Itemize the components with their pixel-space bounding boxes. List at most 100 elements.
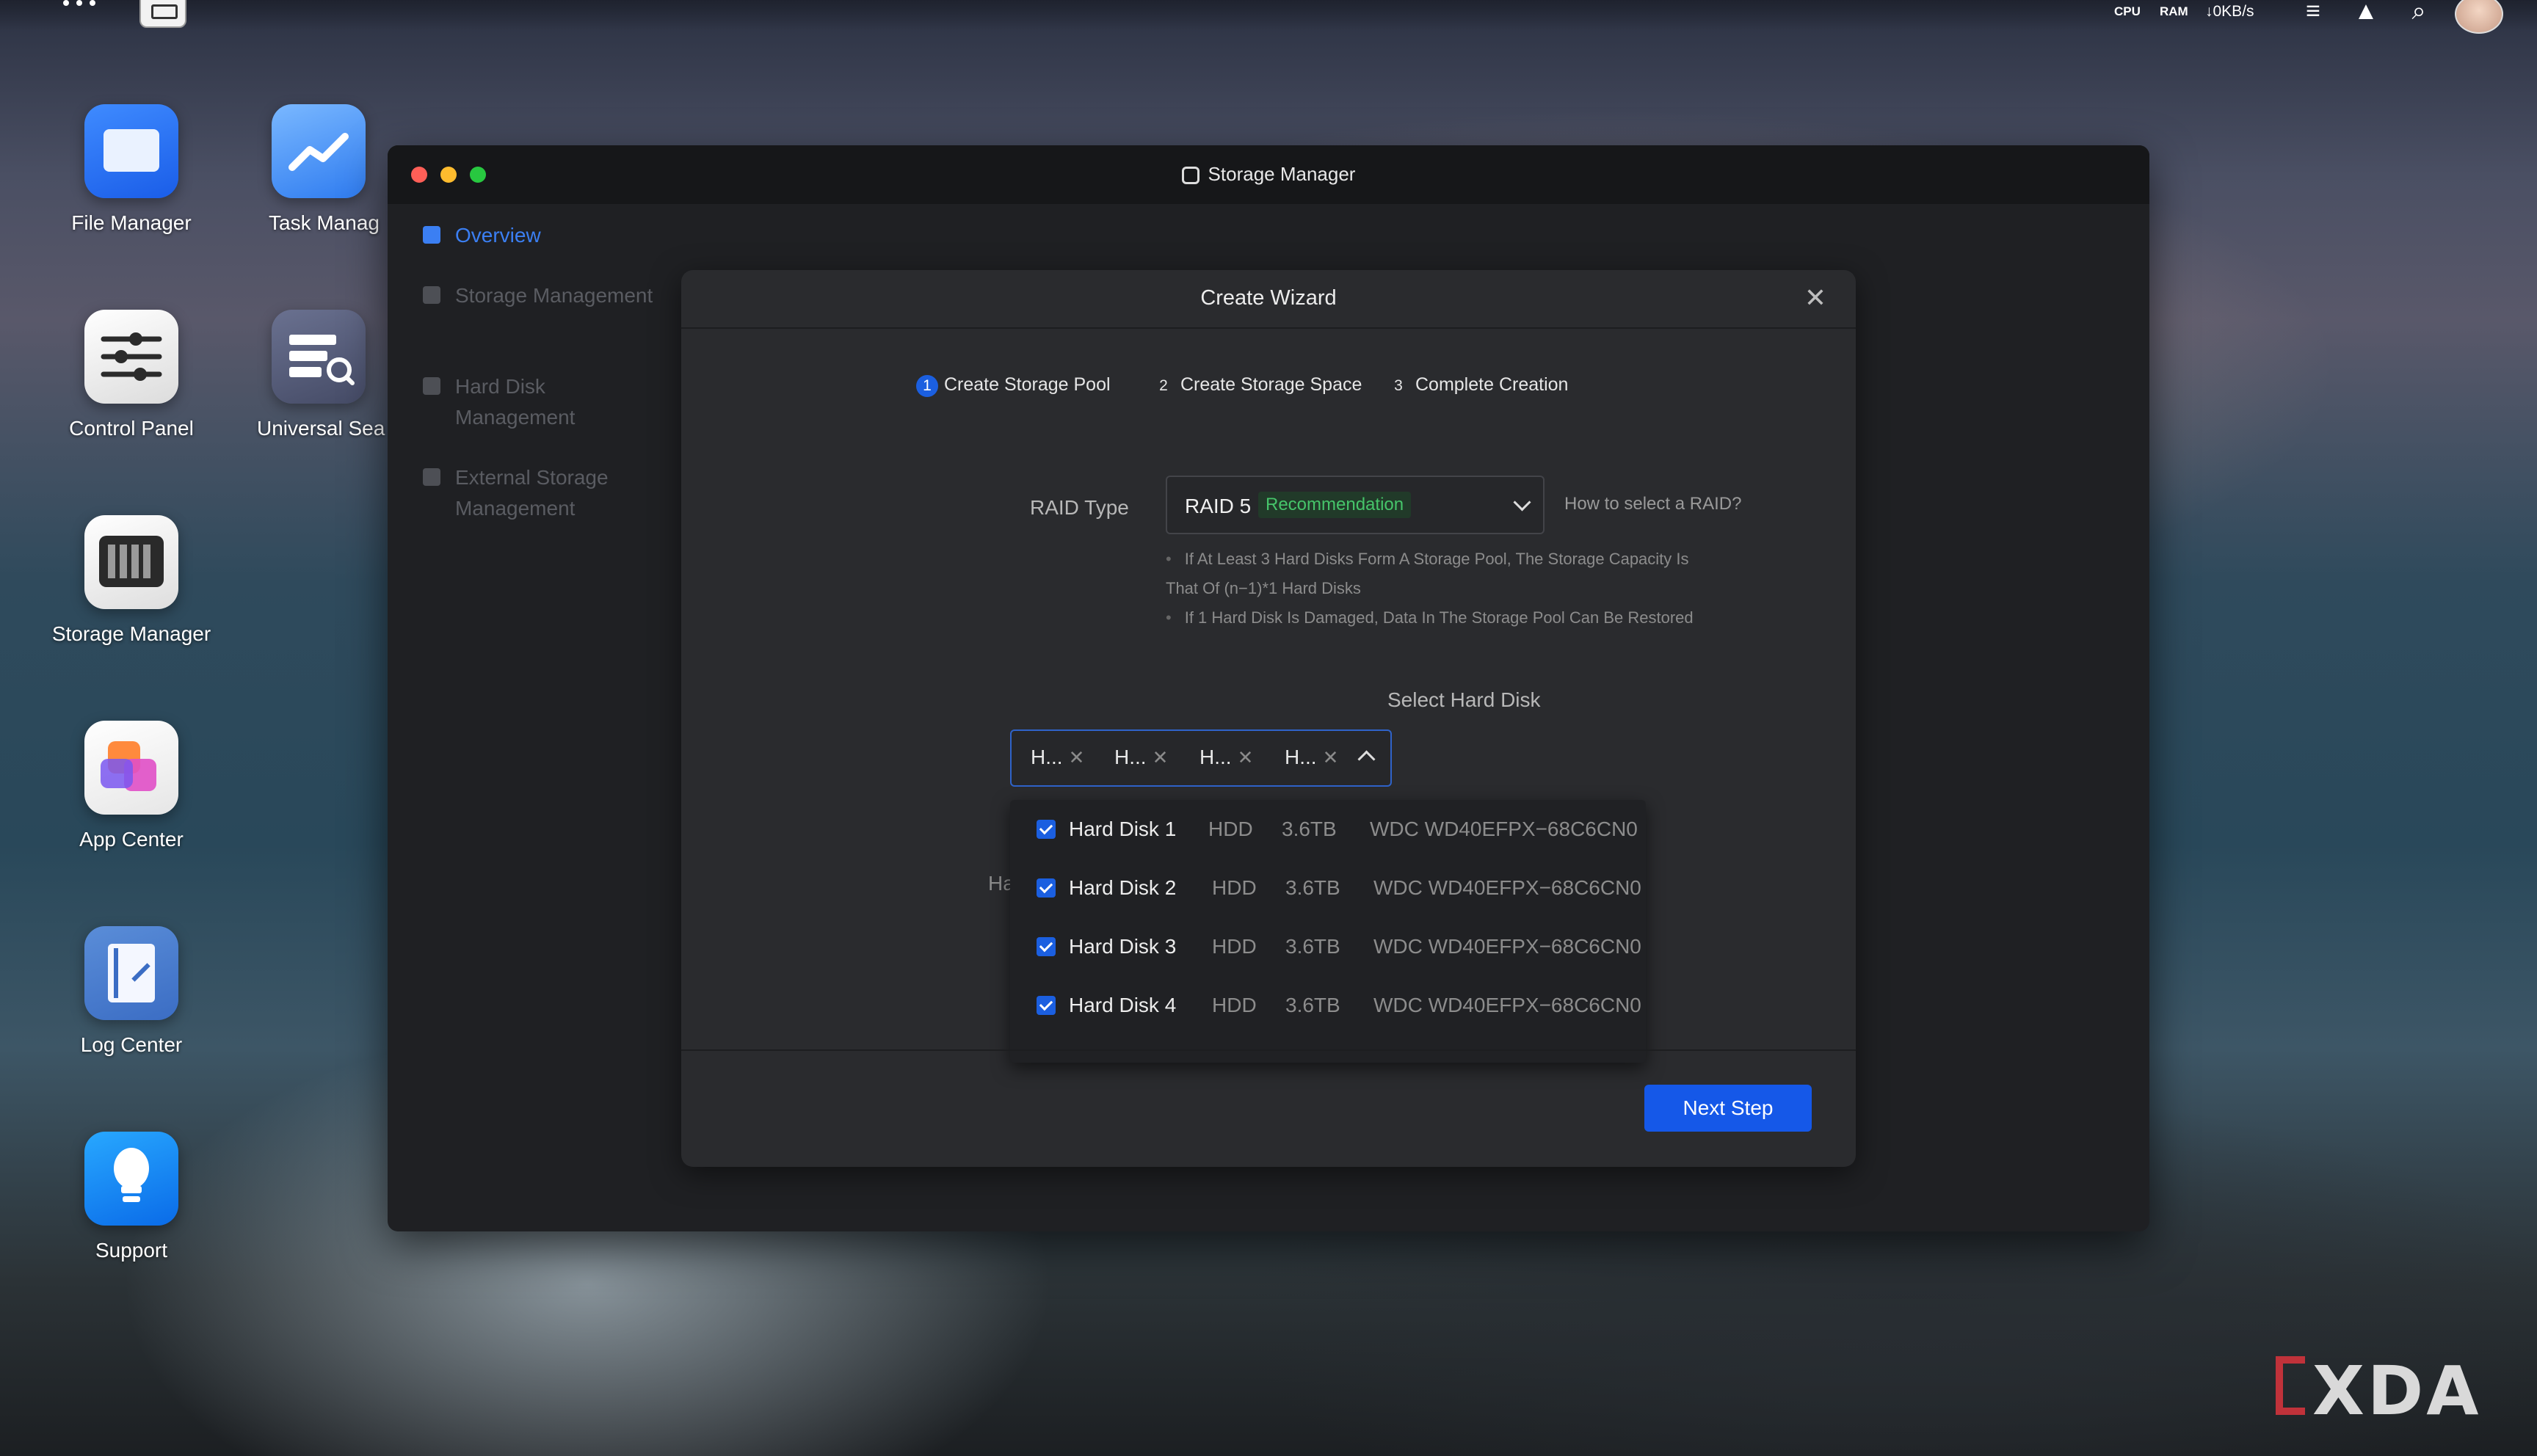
sidebar-item-storage-management[interactable]: Storage Management bbox=[423, 280, 658, 311]
disk-name: Hard Disk 1 bbox=[1069, 818, 1177, 840]
remove-tag-icon[interactable]: ✕ bbox=[1153, 746, 1169, 768]
select-hard-disk-label: Select Hard Disk bbox=[1387, 688, 1541, 711]
disk-model: WDC WD40EFPX−68C6CN0 bbox=[1373, 994, 1641, 1016]
hard-disk-dropdown: Hard Disk 1 HDD 3.6TB WDC WD40EFPX−68C6C… bbox=[1010, 800, 1646, 1063]
disk-size: 3.6TB bbox=[1285, 994, 1340, 1016]
sidebar-item-hard-disk-management[interactable]: Hard Disk Management bbox=[423, 371, 658, 433]
log-document-icon bbox=[84, 926, 178, 1020]
desktop-icon-label: Universal Sea bbox=[257, 417, 385, 440]
sidebar-item-label: Hard Disk Management bbox=[455, 375, 576, 429]
disk-tag-label: H... bbox=[1031, 746, 1063, 768]
ram-indicator[interactable]: RAM bbox=[2160, 4, 2188, 19]
remove-tag-icon[interactable]: ✕ bbox=[1323, 746, 1339, 768]
checkbox[interactable] bbox=[1037, 820, 1056, 839]
raid-note-text: If 1 Hard Disk Is Damaged, Data In The S… bbox=[1184, 608, 1694, 627]
window-title: Storage Manager bbox=[388, 163, 2149, 186]
raid-note-1: • If At Least 3 Hard Disks Form A Storage… bbox=[1166, 550, 1689, 568]
next-step-button[interactable]: Next Step bbox=[1644, 1085, 1812, 1132]
disk-type: HDD bbox=[1212, 876, 1257, 899]
close-icon[interactable]: ✕ bbox=[1804, 285, 1826, 311]
disk-type: HDD bbox=[1208, 818, 1253, 840]
disk-tag-label: H... bbox=[1199, 746, 1232, 768]
network-speed: ↓0KB/s bbox=[2205, 3, 2254, 20]
overview-icon bbox=[423, 226, 440, 244]
notification-bell-icon[interactable]: ▲ bbox=[2349, 0, 2383, 26]
app-center-icon bbox=[84, 721, 178, 815]
cpu-indicator[interactable]: CPU bbox=[2114, 4, 2141, 19]
raid-note-2: • If 1 Hard Disk Is Damaged, Data In The … bbox=[1166, 608, 1694, 627]
server-search-icon bbox=[272, 310, 366, 404]
disk-name: Hard Disk 2 bbox=[1069, 876, 1177, 899]
list-item[interactable]: Hard Disk 2 HDD 3.6TB WDC WD40EFPX−68C6C… bbox=[1010, 859, 1646, 917]
disk-model: WDC WD40EFPX−68C6CN0 bbox=[1373, 876, 1641, 899]
sidebar-item-label: Overview bbox=[455, 224, 541, 247]
create-wizard-dialog: Create Wizard ✕ 1 Create Storage Pool 2 Cr… bbox=[681, 270, 1856, 1167]
desktop-icon-storage-manager[interactable]: Storage Manager bbox=[32, 515, 231, 646]
list-item[interactable]: Hard Disk 4 HDD 3.6TB WDC WD40EFPX−68C6C… bbox=[1010, 976, 1646, 1035]
desktop-icon-label: App Center bbox=[79, 828, 184, 851]
disk-tag: H... ✕ bbox=[1285, 746, 1338, 769]
disk-name: Hard Disk 4 bbox=[1069, 994, 1177, 1016]
raid-help-link[interactable]: How to select a RAID? bbox=[1564, 494, 1741, 514]
folder-icon bbox=[84, 104, 178, 198]
checkbox[interactable] bbox=[1037, 937, 1056, 956]
step-number: 3 bbox=[1394, 377, 1403, 394]
divider bbox=[681, 1049, 1856, 1051]
disk-model: WDC WD40EFPX−68C6CN0 bbox=[1370, 818, 1638, 840]
search-icon[interactable]: ⌕ bbox=[2402, 0, 2436, 26]
sidebar-item-overview[interactable]: Overview bbox=[423, 220, 658, 251]
sliders-icon bbox=[84, 310, 178, 404]
avatar[interactable] bbox=[2455, 0, 2503, 34]
step-label: Create Storage Pool bbox=[944, 374, 1111, 395]
raid-type-select[interactable]: RAID 5 Recommendation bbox=[1166, 476, 1545, 534]
step-complete-creation: 3 Complete Creation bbox=[1387, 374, 1568, 397]
app-grid-icon[interactable] bbox=[63, 0, 95, 18]
disk-tag: H... ✕ bbox=[1031, 746, 1084, 769]
desktop-icon-label: Storage Manager bbox=[51, 622, 211, 645]
remove-tag-icon[interactable]: ✕ bbox=[1069, 746, 1085, 768]
sidebar-item-external-storage[interactable]: External Storage Management bbox=[423, 462, 658, 524]
desktop-icon-app-center[interactable]: App Center bbox=[32, 721, 231, 851]
xda-watermark: XDA bbox=[2312, 1352, 2482, 1430]
desktop-icon-task-manager[interactable]: Task Manag bbox=[238, 104, 399, 235]
desktop-icon-label: Task Manag bbox=[269, 211, 380, 234]
sidebar-item-label: Storage Management bbox=[455, 284, 653, 307]
raid-type-label: RAID Type bbox=[1030, 496, 1129, 519]
top-bar: CPU RAM ↓0KB/s ≡ ▲ ⌕ bbox=[0, 0, 2537, 34]
desktop-icon-control-panel[interactable]: Control Panel bbox=[32, 310, 231, 440]
desktop-icon-file-manager[interactable]: File Manager bbox=[32, 104, 231, 235]
remove-tag-icon[interactable]: ✕ bbox=[1238, 746, 1254, 768]
step-number: 2 bbox=[1159, 377, 1168, 394]
raid-note-text: If At Least 3 Hard Disks Form A Storage … bbox=[1184, 550, 1689, 568]
step-create-storage-space: 2 Create Storage Space bbox=[1153, 374, 1362, 397]
desktop-icon-label: File Manager bbox=[71, 211, 192, 234]
desktop-icon-label: Support bbox=[95, 1239, 168, 1262]
disk-model: WDC WD40EFPX−68C6CN0 bbox=[1373, 935, 1641, 958]
window-titlebar[interactable]: Storage Manager bbox=[388, 145, 2149, 204]
checkbox[interactable] bbox=[1037, 878, 1056, 898]
chart-trend-icon bbox=[272, 104, 366, 198]
disk-tag: H... ✕ bbox=[1199, 746, 1253, 769]
desktop-icon-support[interactable]: Support bbox=[32, 1132, 231, 1262]
checkbox[interactable] bbox=[1037, 996, 1056, 1015]
raid-type-value: RAID 5 bbox=[1185, 495, 1252, 517]
storage-manager-taskbar-icon[interactable] bbox=[139, 0, 186, 28]
raid-note-1-cont: That Of (n−1)*1 Hard Disks bbox=[1166, 579, 1361, 597]
desktop-icon-label: Log Center bbox=[80, 1033, 183, 1056]
list-item[interactable]: Hard Disk 1 HDD 3.6TB WDC WD40EFPX−68C6C… bbox=[1010, 800, 1646, 859]
window-title-text: Storage Manager bbox=[1208, 163, 1356, 185]
disk-tag-label: H... bbox=[1285, 746, 1317, 768]
disk-size: 3.6TB bbox=[1285, 935, 1340, 958]
storage-manager-icon bbox=[1181, 167, 1199, 184]
disk-size: 3.6TB bbox=[1282, 818, 1337, 840]
desktop-icon-log-center[interactable]: Log Center bbox=[32, 926, 231, 1057]
xda-logo-mark bbox=[2276, 1356, 2305, 1415]
storage-drive-icon bbox=[84, 515, 178, 609]
disk-type: HDD bbox=[1212, 935, 1257, 958]
disk-name: Hard Disk 3 bbox=[1069, 935, 1177, 958]
hard-disk-multiselect[interactable]: H... ✕ H... ✕ H... ✕ H... ✕ bbox=[1010, 729, 1392, 787]
disk-tag-label: H... bbox=[1114, 746, 1147, 768]
desktop-icon-universal-search[interactable]: Universal Sea bbox=[238, 310, 399, 440]
task-list-icon[interactable]: ≡ bbox=[2296, 0, 2330, 26]
list-item[interactable]: Hard Disk 3 HDD 3.6TB WDC WD40EFPX−68C6C… bbox=[1010, 917, 1646, 976]
